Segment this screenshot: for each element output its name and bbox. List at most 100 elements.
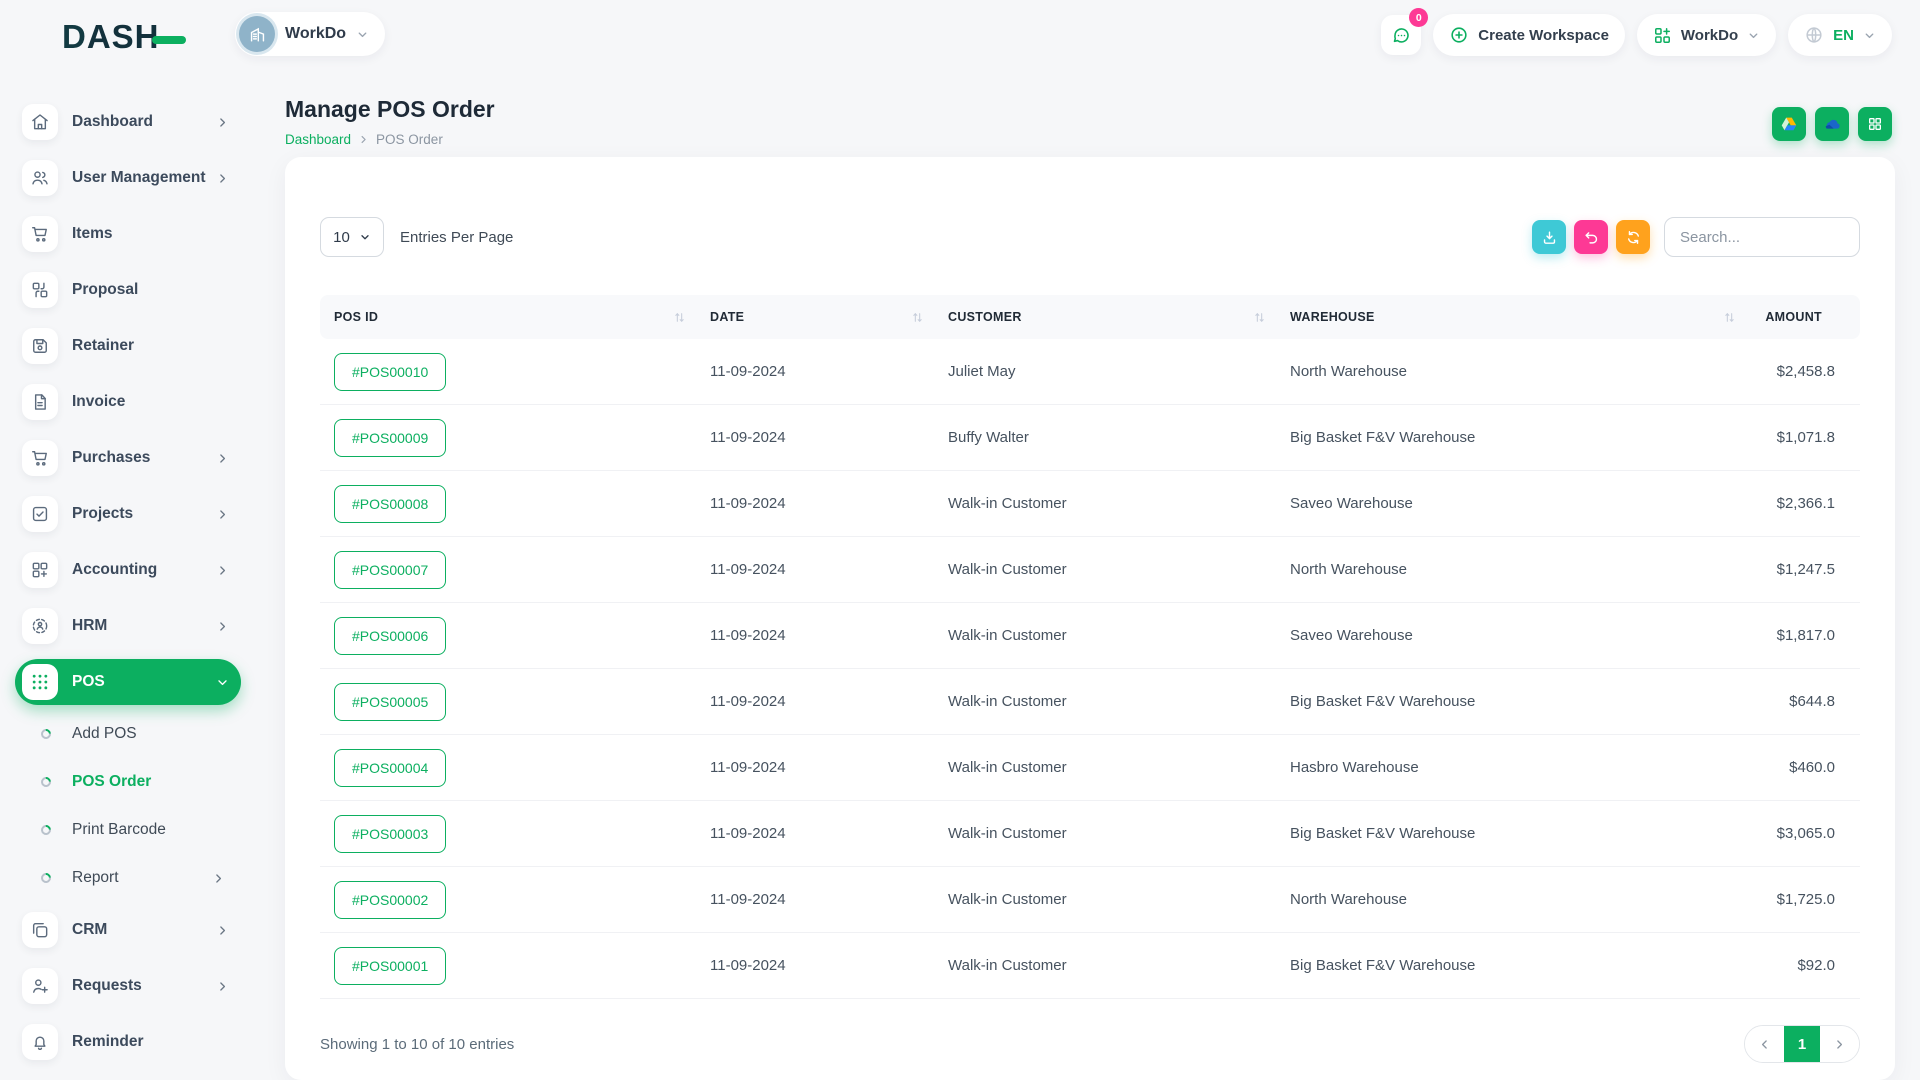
pos-id-button[interactable]: #POS00005 [334,683,446,721]
cell-amount: $460.0 [1746,759,1860,776]
grid-view-button[interactable] [1858,107,1892,141]
cell-customer: Juliet May [934,363,1276,380]
sidebar-item[interactable]: Purchases [15,438,241,478]
page-number-button[interactable]: 1 [1784,1026,1820,1062]
cell-customer: Walk-in Customer [934,627,1276,644]
pos-id-button[interactable]: #POS00010 [334,353,446,391]
table-row: #POS00001 11-09-2024 Walk-in Customer Bi… [320,933,1860,999]
next-page-button[interactable] [1820,1026,1859,1062]
cell-date: 11-09-2024 [696,825,934,842]
messages-button[interactable]: 0 [1381,15,1421,55]
brand-logo[interactable]: DASH [62,18,186,56]
entries-per-page-select[interactable]: 10 [320,217,384,257]
copy-icon [22,912,58,948]
chevron-right-icon [212,872,225,885]
pos-id-button[interactable]: #POS00003 [334,815,446,853]
export-button[interactable] [1532,220,1566,254]
sidebar: Dashboard User Management Items Proposal [0,70,256,1080]
chevron-right-icon [216,172,229,185]
breadcrumb-dashboard-link[interactable]: Dashboard [285,132,351,147]
sidebar-item[interactable]: CRM [15,910,241,950]
cell-warehouse: North Warehouse [1276,561,1746,578]
reset-button[interactable] [1574,220,1608,254]
building-icon [248,25,267,44]
sort-icon [673,311,686,324]
prev-page-button[interactable] [1745,1026,1784,1062]
column-header[interactable]: DATE [696,310,934,324]
submenu-bullet-icon [39,871,53,885]
pos-id-button[interactable]: #POS00008 [334,485,446,523]
google-drive-button[interactable] [1772,107,1806,141]
sidebar-item[interactable]: User Management [15,158,241,198]
sort-icon [1723,311,1736,324]
breadcrumb: Dashboard POS Order [285,132,495,147]
column-header[interactable]: POS ID [320,310,696,324]
refresh-button[interactable] [1616,220,1650,254]
cell-amount: $3,065.0 [1746,825,1860,842]
chevron-right-icon [216,980,229,993]
cell-warehouse: Big Basket F&V Warehouse [1276,825,1746,842]
users-icon [22,160,58,196]
column-header[interactable]: AMOUNT [1746,310,1860,324]
cell-warehouse: Big Basket F&V Warehouse [1276,693,1746,710]
workspace-selector[interactable]: WorkDo [235,12,385,56]
pos-id-button[interactable]: #POS00004 [334,749,446,787]
chevron-right-icon [216,508,229,521]
plus-circle-icon [1449,25,1469,45]
search-input[interactable] [1664,217,1860,257]
column-header[interactable]: CUSTOMER [934,310,1276,324]
pos-id-button[interactable]: #POS00009 [334,419,446,457]
grid-plus-icon [22,552,58,588]
cell-warehouse: Saveo Warehouse [1276,627,1746,644]
pos-id-button[interactable]: #POS00006 [334,617,446,655]
onedrive-icon [1822,114,1842,134]
sort-icon [911,311,924,324]
workspace-switcher-label: WorkDo [1681,27,1738,44]
sidebar-subitem[interactable]: Report [15,862,241,894]
table-row: #POS00007 11-09-2024 Walk-in Customer No… [320,537,1860,603]
table-row: #POS00004 11-09-2024 Walk-in Customer Ha… [320,735,1860,801]
sidebar-subitem[interactable]: Add POS [15,718,241,750]
sidebar-item[interactable]: Retainer [15,326,241,366]
sidebar-item[interactable]: Items [15,214,241,254]
table-row: #POS00009 11-09-2024 Buffy Walter Big Ba… [320,405,1860,471]
sidebar-item[interactable]: Projects [15,494,241,534]
sidebar-subitem[interactable]: POS Order [15,766,241,798]
submenu-bullet-icon [39,727,53,741]
cell-warehouse: North Warehouse [1276,891,1746,908]
sidebar-item[interactable]: Reminder [15,1022,241,1062]
chevron-down-icon [1747,29,1760,42]
sidebar-item[interactable]: Accounting [15,550,241,590]
topbar-right: 0 Create Workspace WorkDo EN [1381,14,1892,56]
pos-id-button[interactable]: #POS00007 [334,551,446,589]
language-selector[interactable]: EN [1788,14,1892,56]
table-row: #POS00006 11-09-2024 Walk-in Customer Sa… [320,603,1860,669]
sidebar-item[interactable]: Dashboard [15,102,241,142]
home-icon [22,104,58,140]
pos-id-button[interactable]: #POS00002 [334,881,446,919]
sidebar-item[interactable]: POS [15,659,241,705]
cell-date: 11-09-2024 [696,693,934,710]
cell-customer: Walk-in Customer [934,825,1276,842]
page-head: Manage POS Order Dashboard POS Order [285,96,495,147]
sidebar-item[interactable]: Invoice [15,382,241,422]
pos-id-button[interactable]: #POS00001 [334,947,446,985]
cell-warehouse: Hasbro Warehouse [1276,759,1746,776]
refresh-icon [1625,229,1642,246]
create-workspace-button[interactable]: Create Workspace [1433,14,1625,56]
cell-date: 11-09-2024 [696,429,934,446]
workspace-switcher-button[interactable]: WorkDo [1637,14,1776,56]
entries-per-page-value: 10 [333,229,350,246]
onedrive-button[interactable] [1815,107,1849,141]
sidebar-item[interactable]: Requests [15,966,241,1006]
sidebar-item[interactable]: Proposal [15,270,241,310]
sidebar-item[interactable]: HRM [15,606,241,646]
column-header[interactable]: WAREHOUSE [1276,310,1746,324]
cell-warehouse: North Warehouse [1276,363,1746,380]
globe-icon [1804,25,1824,45]
cell-amount: $2,366.1 [1746,495,1860,512]
cell-amount: $92.0 [1746,957,1860,974]
cell-warehouse: Saveo Warehouse [1276,495,1746,512]
sidebar-subitem[interactable]: Print Barcode [15,814,241,846]
cell-customer: Walk-in Customer [934,495,1276,512]
